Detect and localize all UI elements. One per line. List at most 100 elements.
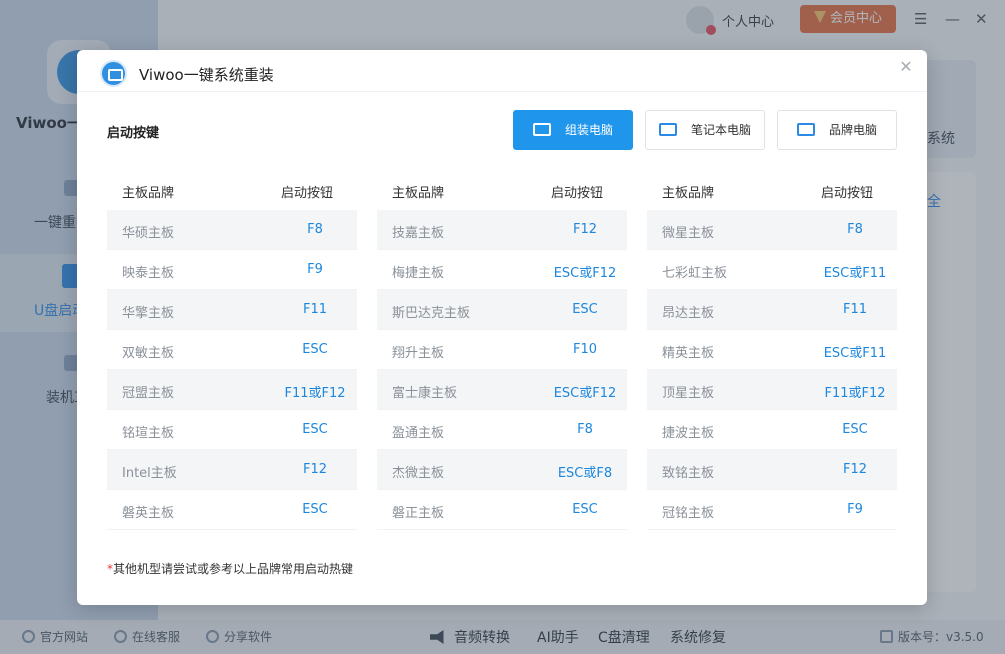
table-row: 精英主板 ESC或F11 xyxy=(647,330,897,370)
table-row: 磐英主板 ESC xyxy=(107,490,357,530)
boot-key: F11 xyxy=(302,302,328,317)
boot-key: F11或F12 xyxy=(824,386,886,401)
brand-name: 双敏主板 xyxy=(122,346,175,361)
table-row: 技嘉主板 F12 xyxy=(377,210,627,250)
boot-key: F8 xyxy=(577,422,593,437)
desktop-icon xyxy=(532,123,551,136)
tab-label: 组装电脑 xyxy=(564,123,613,137)
brand-name: 昂达主板 xyxy=(662,306,715,321)
table-row: 华擎主板 F11 xyxy=(107,290,357,330)
boot-key: ESC xyxy=(302,422,328,437)
tab-laptop[interactable]: 笔记本电脑 xyxy=(645,110,765,150)
column-header: 主板品牌 启动按钮 xyxy=(647,170,897,210)
brand-name: 磐正主板 xyxy=(392,506,445,521)
boot-key: F12 xyxy=(572,222,598,237)
brand-name: 斯巴达克主板 xyxy=(392,306,471,321)
brand-header: 主板品牌 xyxy=(392,186,445,201)
tab-assembled-pc[interactable]: 组装电脑 xyxy=(513,110,633,150)
key-header: 启动按钮 xyxy=(280,186,333,201)
boot-key: ESC xyxy=(302,502,328,517)
brand-column: 主板品牌 启动按钮 华硕主板 F8 映泰主板 F9 华擎主板 F11 双敏主板 ESC … xyxy=(107,170,357,530)
table-row: 致铭主板 F12 xyxy=(647,450,897,490)
brand-name: 富士康主板 xyxy=(392,386,458,401)
brand-name: Intel主板 xyxy=(122,466,177,481)
brand-name: 翔升主板 xyxy=(392,346,445,361)
boot-key: ESC xyxy=(572,502,598,517)
boot-key: ESC xyxy=(572,302,598,317)
table-row: 冠盟主板 F11或F12 xyxy=(107,370,357,410)
brand-name: 微星主板 xyxy=(662,226,715,241)
section-title: 启动按键 xyxy=(107,126,160,141)
table-row: 顶星主板 F11或F12 xyxy=(647,370,897,410)
table-row: 梅捷主板 ESC或F12 xyxy=(377,250,627,290)
brand-name: 铭瑄主板 xyxy=(122,426,175,441)
tab-label: 品牌电脑 xyxy=(828,123,877,137)
footnote-text: 其他机型请尝试或参考以上品牌常用启动热键 xyxy=(113,562,354,576)
table-row: 铭瑄主板 ESC xyxy=(107,410,357,450)
brand-name: 华擎主板 xyxy=(122,306,175,321)
app-logo-icon xyxy=(100,60,127,87)
brand-column: 主板品牌 启动按钮 技嘉主板 F12 梅捷主板 ESC或F12 斯巴达克主板 ESC … xyxy=(377,170,627,530)
column-header: 主板品牌 启动按钮 xyxy=(107,170,357,210)
close-icon[interactable]: ✕ xyxy=(897,58,915,76)
table-row: 微星主板 F8 xyxy=(647,210,897,250)
boot-key: F11或F12 xyxy=(284,386,346,401)
footnote: *其他机型请尝试或参考以上品牌常用启动热键 xyxy=(107,560,353,577)
boot-key: F9 xyxy=(307,262,323,277)
brand-name: 盈通主板 xyxy=(392,426,445,441)
boot-key: ESC或F12 xyxy=(553,266,617,281)
boot-key: F8 xyxy=(847,222,863,237)
table-row: 斯巴达克主板 ESC xyxy=(377,290,627,330)
boot-key: F12 xyxy=(302,462,328,477)
brand-name: 梅捷主板 xyxy=(392,266,445,281)
boot-key: ESC或F11 xyxy=(823,266,887,281)
table-row: 华硕主板 F8 xyxy=(107,210,357,250)
boot-key: F10 xyxy=(572,342,598,357)
tab-label: 笔记本电脑 xyxy=(690,123,751,137)
table-row: 翔升主板 F10 xyxy=(377,330,627,370)
brand-name: 冠铭主板 xyxy=(662,506,715,521)
brand-name: 华硕主板 xyxy=(122,226,175,241)
boot-key-dialog: Viwoo一键系统重装 ✕ 启动按键 组装电脑 笔记本电脑 品牌电脑 主板品牌 … xyxy=(77,50,927,605)
boot-key: F8 xyxy=(307,222,323,237)
boot-key: ESC或F8 xyxy=(557,466,613,481)
boot-key: ESC xyxy=(842,422,868,437)
key-header: 启动按钮 xyxy=(550,186,603,201)
boot-key: ESC或F11 xyxy=(823,346,887,361)
brand-name: 杰微主板 xyxy=(392,466,445,481)
brand-name: 技嘉主板 xyxy=(392,226,445,241)
dialog-header: Viwoo一键系统重装 ✕ xyxy=(77,50,927,92)
brand-header: 主板品牌 xyxy=(662,186,715,201)
brand-name: 七彩虹主板 xyxy=(662,266,728,281)
table-row: 磐正主板 ESC xyxy=(377,490,627,530)
boot-key: F11 xyxy=(842,302,868,317)
brand-name: 映泰主板 xyxy=(122,266,175,281)
table-row: 双敏主板 ESC xyxy=(107,330,357,370)
boot-key: F12 xyxy=(842,462,868,477)
table-row: 七彩虹主板 ESC或F11 xyxy=(647,250,897,290)
key-header: 启动按钮 xyxy=(820,186,873,201)
brand-name: 冠盟主板 xyxy=(122,386,175,401)
table-row: 昂达主板 F11 xyxy=(647,290,897,330)
brand-header: 主板品牌 xyxy=(122,186,175,201)
brand-name: 磐英主板 xyxy=(122,506,175,521)
table-row: 映泰主板 F9 xyxy=(107,250,357,290)
laptop-icon xyxy=(658,123,677,136)
table-row: 捷波主板 ESC xyxy=(647,410,897,450)
boot-key: F9 xyxy=(847,502,863,517)
brand-column: 主板品牌 启动按钮 微星主板 F8 七彩虹主板 ESC或F11 昂达主板 F11 精英… xyxy=(647,170,897,530)
tab-brand-pc[interactable]: 品牌电脑 xyxy=(777,110,897,150)
boot-key: ESC或F12 xyxy=(553,386,617,401)
brand-name: 致铭主板 xyxy=(662,466,715,481)
table-row: Intel主板 F12 xyxy=(107,450,357,490)
brand-name: 精英主板 xyxy=(662,346,715,361)
brand-name: 捷波主板 xyxy=(662,426,715,441)
column-header: 主板品牌 启动按钮 xyxy=(377,170,627,210)
monitor-icon xyxy=(796,123,815,136)
boot-key: ESC xyxy=(302,342,328,357)
table-row: 杰微主板 ESC或F8 xyxy=(377,450,627,490)
dialog-title: Viwoo一键系统重装 xyxy=(139,66,274,84)
table-row: 冠铭主板 F9 xyxy=(647,490,897,530)
brand-name: 顶星主板 xyxy=(662,386,715,401)
table-row: 富士康主板 ESC或F12 xyxy=(377,370,627,410)
